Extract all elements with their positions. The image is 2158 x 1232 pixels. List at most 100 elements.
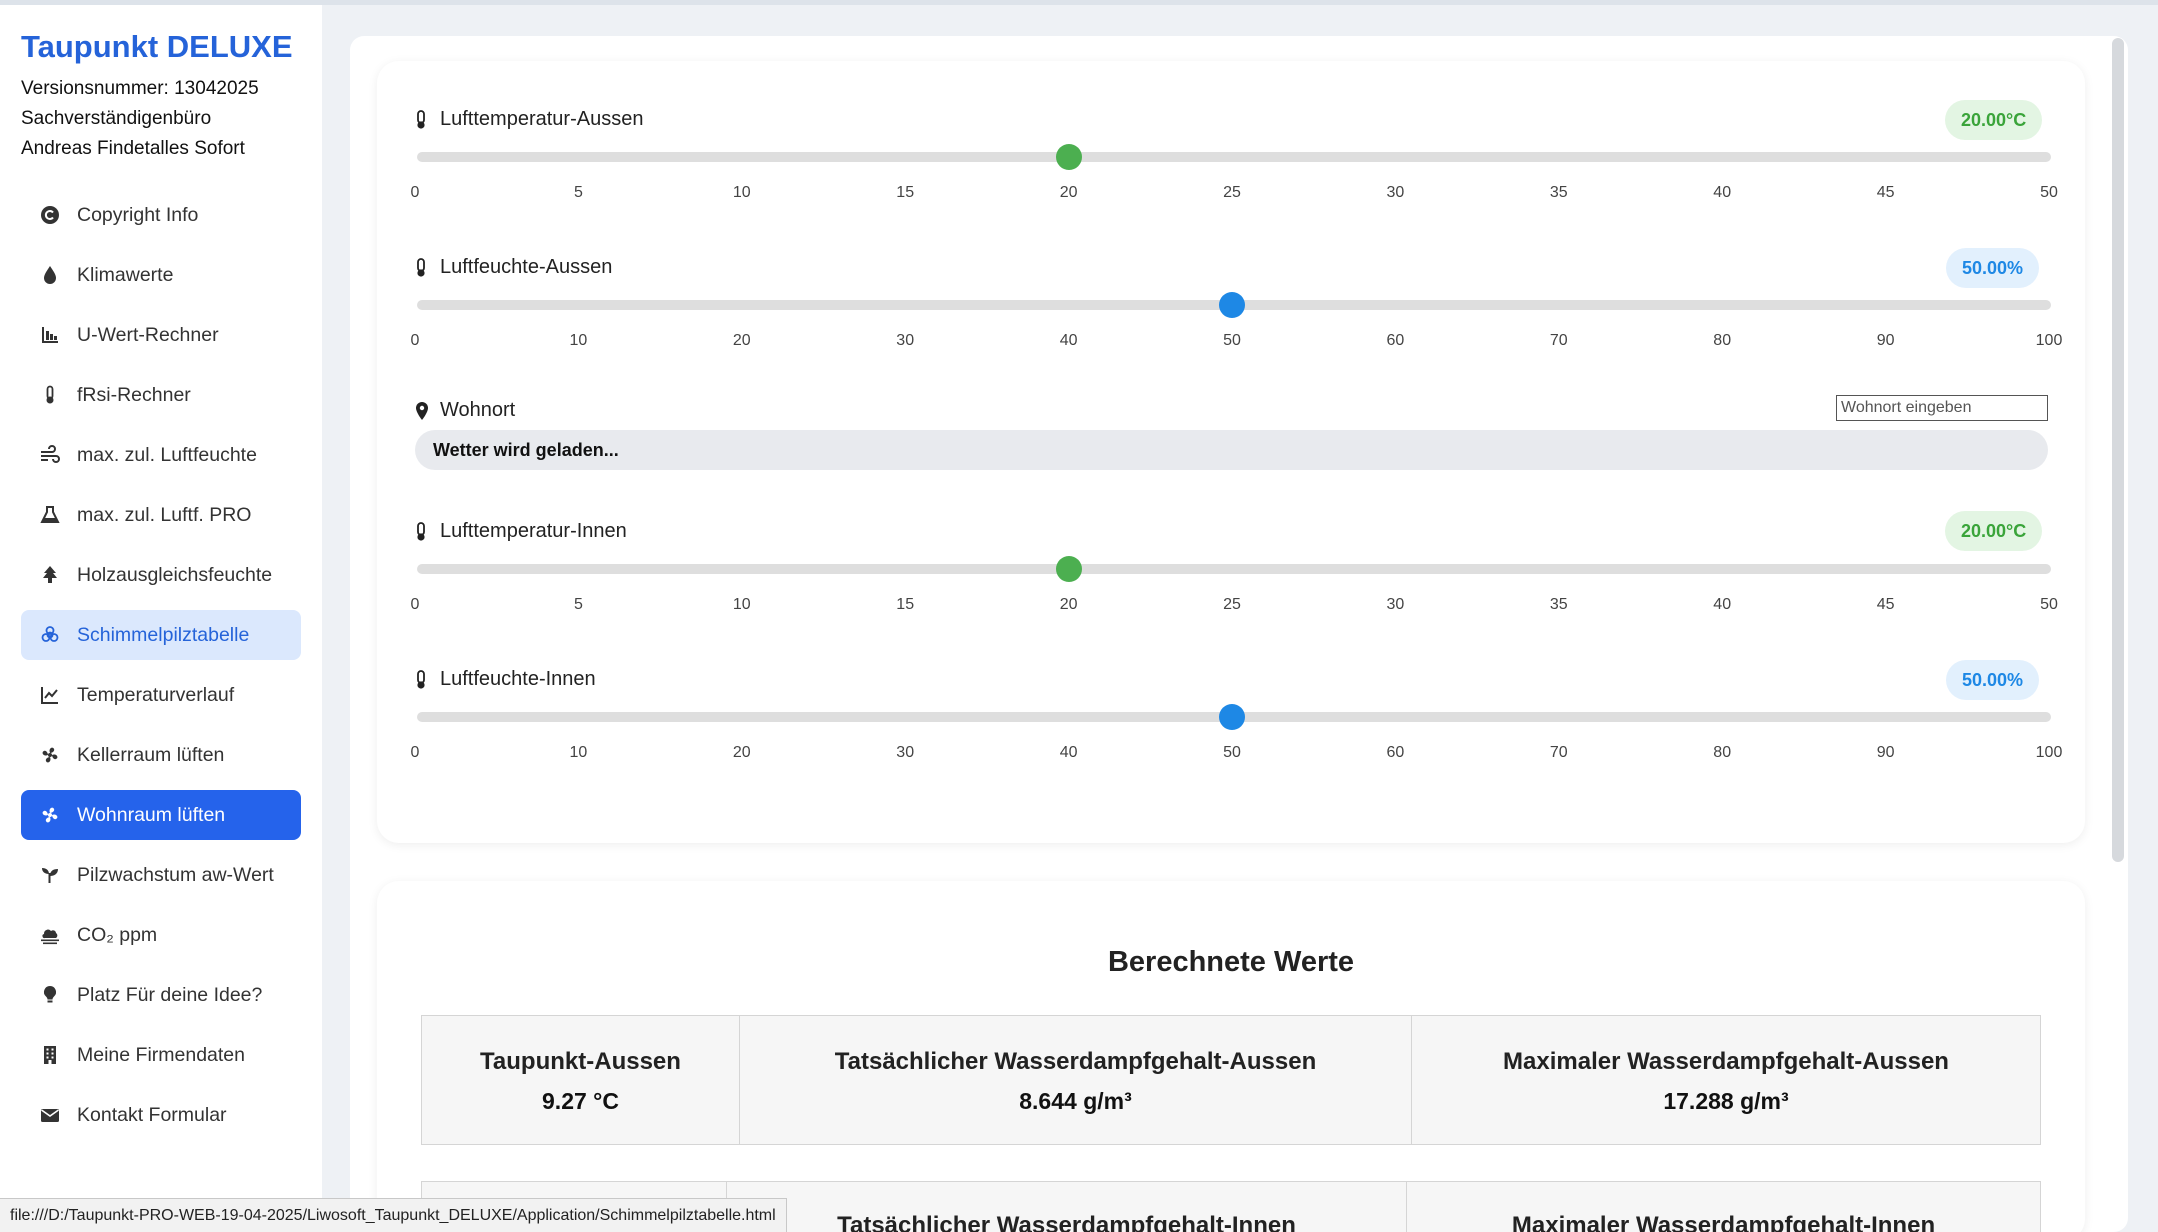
- sidebar-item-schimmelpilztabelle[interactable]: Schimmelpilztabelle: [21, 610, 301, 660]
- slider-tick-label: 60: [1386, 744, 1405, 761]
- sidebar-item-copyright-info[interactable]: Copyright Info: [21, 190, 301, 240]
- slider-tick-label: 15: [896, 596, 915, 613]
- temp-aussen-header: Lufttemperatur-Aussen: [414, 108, 643, 131]
- slider-tick-label: 0: [410, 744, 420, 761]
- sidebar-item-label: Platz Für deine Idee?: [77, 983, 263, 1006]
- slider-tick-label: 5: [573, 184, 583, 201]
- sidebar-item-kontakt-formular[interactable]: Kontakt Formular: [21, 1090, 301, 1140]
- sidebar-item-max-zul-luftf-pro[interactable]: max. zul. Luftf. PRO: [21, 490, 301, 540]
- sidebar-item-meine-firmendaten[interactable]: Meine Firmendaten: [21, 1030, 301, 1080]
- slider-tick-label: 100: [2035, 744, 2063, 761]
- seedling-icon: [39, 864, 61, 886]
- sidebar-item-holzausgleichsfeuchte[interactable]: Holzausgleichsfeuchte: [21, 550, 301, 600]
- sidebar-item-pilzwachstum-aw-wert[interactable]: Pilzwachstum aw-Wert: [21, 850, 301, 900]
- droplet-icon: [39, 264, 61, 286]
- sidebar-item-frsi-rechner[interactable]: fRsi-Rechner: [21, 370, 301, 420]
- result-value: 9.27 °C: [542, 1088, 619, 1114]
- result-cell: Tatsächlicher Wasserdampfgehalt-Innen: [727, 1182, 1407, 1232]
- slider-tick-label: 20: [1059, 184, 1078, 201]
- sidebar-item-label: max. zul. Luftfeuchte: [77, 443, 257, 466]
- thermometer-icon: [414, 257, 432, 278]
- sidebar-item-label: Kellerraum lüften: [77, 743, 225, 766]
- thermometer-icon: [414, 521, 432, 542]
- version-number: Versionsnummer: 13042025: [21, 78, 259, 99]
- slider-tick-label: 25: [1223, 596, 1241, 613]
- sidebar-item-label: Holzausgleichsfeuchte: [77, 563, 273, 586]
- slider-tick-label: 45: [1876, 184, 1895, 201]
- slider-tick-label: 40: [1059, 332, 1078, 349]
- slider-tick-label: 90: [1876, 744, 1895, 761]
- results-title: Berechnete Werte: [1107, 946, 1355, 978]
- wohnort-header: Wohnort: [414, 399, 515, 422]
- feuchte-innen-value-badge: 50.00%: [1946, 660, 2040, 700]
- result-label: Tatsächlicher Wasserdampfgehalt-Innen: [837, 1212, 1296, 1232]
- thermometer-icon: [414, 109, 432, 130]
- wind-icon: [39, 444, 61, 466]
- feuchte-aussen-value-badge: 50.00%: [1946, 248, 2040, 288]
- slider-track[interactable]: [417, 152, 2051, 162]
- flask-icon: [39, 504, 61, 526]
- result-label: Tatsächlicher Wasserdampfgehalt-Aussen: [834, 1048, 1317, 1075]
- slider-thumb[interactable]: [1219, 704, 1245, 730]
- slider-tick-label: 10: [569, 744, 588, 761]
- result-cell: Taupunkt-Aussen 9.27 °C: [422, 1016, 740, 1144]
- sidebar-item-label: fRsi-Rechner: [77, 383, 191, 406]
- feuchte-innen-label: Luftfeuchte-Innen: [440, 668, 596, 690]
- slider-tick-label: 20: [732, 332, 751, 349]
- sidebar-item-kellerraum-lueften[interactable]: Kellerraum lüften: [21, 730, 301, 780]
- temp-innen-header: Lufttemperatur-Innen: [414, 520, 627, 543]
- sidebar-item-label: Wohnraum lüften: [77, 803, 226, 826]
- window-top-border: [0, 0, 2158, 5]
- slider-tick-label: 0: [410, 596, 420, 613]
- thermometer-icon: [414, 669, 432, 690]
- fan-icon: [39, 744, 61, 766]
- weather-status: Wetter wird geladen...: [415, 430, 2048, 470]
- slider-tick-label: 25: [1223, 184, 1241, 201]
- slider-track[interactable]: [417, 564, 2051, 574]
- office-name: Sachverständigenbüro: [21, 108, 212, 129]
- temp-aussen-label: Lufttemperatur-Aussen: [440, 108, 644, 130]
- slider-tick-label: 10: [732, 596, 751, 613]
- sidebar-item-co2-ppm[interactable]: CO₂ ppm: [21, 910, 301, 960]
- feuchte-aussen-label: Luftfeuchte-Aussen: [440, 256, 613, 278]
- sidebar-item-wohnraum-lueften[interactable]: Wohnraum lüften: [21, 790, 301, 840]
- slider-tick-label: 0: [410, 332, 420, 349]
- slider-thumb[interactable]: [1055, 556, 1082, 582]
- sidebar-item-klimawerte[interactable]: Klimawerte: [21, 250, 301, 300]
- slider-tick-label: 100: [2035, 332, 2063, 349]
- map-pin-icon: [414, 401, 432, 421]
- slider-thumb[interactable]: [1219, 292, 1245, 318]
- feuchte-innen-header: Luftfeuchte-Innen: [414, 668, 596, 691]
- result-value: 8.644 g/m³: [1019, 1088, 1132, 1114]
- result-cell: Maximaler Wasserdampfgehalt-Innen: [1407, 1182, 2040, 1232]
- result-cell: Tatsächlicher Wasserdampfgehalt-Aussen 8…: [740, 1016, 1412, 1144]
- sidebar-item-platz-fuer-deine-idee[interactable]: Platz Für deine Idee?: [21, 970, 301, 1020]
- slider-tick-label: 70: [1549, 744, 1568, 761]
- sidebar-item-temperaturverlauf[interactable]: Temperaturverlauf: [21, 670, 301, 720]
- sidebar-item-u-wert-rechner[interactable]: U-Wert-Rechner: [21, 310, 301, 360]
- chart-bar-icon: [39, 324, 61, 346]
- owner-name: Andreas Findetalles Sofort: [21, 138, 245, 159]
- result-label: Taupunkt-Aussen: [480, 1048, 681, 1075]
- slider-thumb[interactable]: [1055, 144, 1082, 170]
- slider-tick-label: 50: [2040, 184, 2058, 201]
- slider-tick-label: 80: [1713, 332, 1732, 349]
- copyright-icon: [39, 204, 61, 226]
- slider-tick-label: 40: [1713, 596, 1732, 613]
- sidebar-item-max-zul-luftfeuchte[interactable]: max. zul. Luftfeuchte: [21, 430, 301, 480]
- status-bar-url: file:///D:/Taupunkt-PRO-WEB-19-04-2025/L…: [0, 1198, 787, 1232]
- sidebar-item-label: Pilzwachstum aw-Wert: [77, 863, 274, 886]
- slider-tick-label: 50: [1223, 332, 1241, 349]
- main-scrollbar[interactable]: [2112, 38, 2124, 862]
- slider-tick-label: 10: [569, 332, 588, 349]
- slider-tick-label: 40: [1059, 744, 1078, 761]
- wohnort-input[interactable]: [1836, 395, 2048, 421]
- slider-tick-label: 10: [732, 184, 751, 201]
- slider-tick-label: 0: [410, 184, 420, 201]
- result-value: 17.288 g/m³: [1663, 1088, 1789, 1114]
- building-icon: [39, 1044, 61, 1066]
- fan-icon: [39, 804, 61, 826]
- slider-tick-label: 80: [1713, 744, 1732, 761]
- slider-tick-label: 30: [896, 744, 915, 761]
- slider-tick-label: 50: [1223, 744, 1241, 761]
